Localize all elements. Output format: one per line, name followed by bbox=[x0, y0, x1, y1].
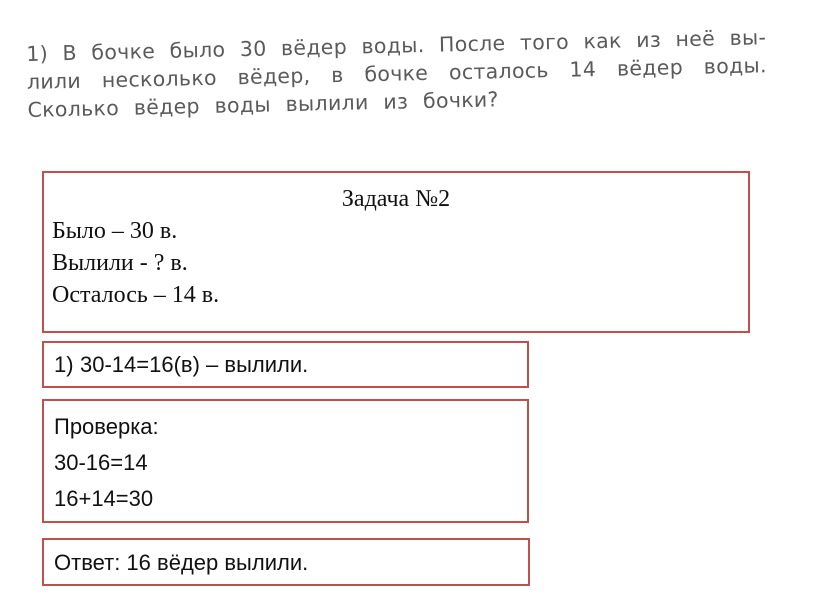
word: бочке bbox=[364, 60, 429, 87]
word: бочки? bbox=[422, 87, 499, 114]
word: вёдер bbox=[133, 94, 201, 120]
check-box: Проверка: 30-16=14 16+14=30 bbox=[42, 399, 529, 523]
answer-text: Ответ: 16 вёдер вылили. bbox=[54, 550, 309, 575]
check-subtraction: 30-16=14 bbox=[54, 450, 148, 475]
word: осталось bbox=[448, 58, 549, 85]
check-addition: 16+14=30 bbox=[54, 486, 154, 511]
word: лили bbox=[26, 68, 82, 94]
step-text: 30-14=16(в) – вылили. bbox=[80, 352, 309, 377]
word: бочке bbox=[91, 39, 156, 65]
word: 14 bbox=[569, 57, 597, 82]
task-title: Задача №2 bbox=[341, 186, 451, 212]
word: 1) bbox=[26, 41, 49, 66]
condition-line-poured: Вылили - ? в. bbox=[52, 250, 188, 276]
word: как bbox=[583, 28, 622, 54]
word: из bbox=[383, 89, 409, 114]
word: воды bbox=[214, 92, 272, 118]
word: несколько bbox=[101, 65, 218, 93]
word: вёдер bbox=[280, 34, 348, 61]
word: 30 bbox=[239, 36, 267, 62]
word: вылили bbox=[285, 90, 369, 117]
check-title: Проверка: bbox=[54, 414, 159, 439]
word: воды. bbox=[361, 32, 425, 59]
word: вёдер bbox=[616, 55, 684, 81]
word: того bbox=[519, 29, 570, 55]
word: После bbox=[438, 31, 506, 57]
word: Сколько bbox=[27, 95, 120, 122]
solution-step-box: 1) 30-14=16(в) – вылили. bbox=[42, 341, 529, 388]
answer-box: Ответ: 16 вёдер вылили. bbox=[42, 538, 530, 586]
word: воды. bbox=[703, 53, 768, 79]
word: было bbox=[169, 37, 226, 63]
word: неё bbox=[675, 26, 716, 52]
word: вы- bbox=[729, 25, 767, 51]
word: В bbox=[62, 40, 78, 66]
problem-statement: 1) В бочке было 30 вёдер воды. После тог… bbox=[26, 23, 768, 124]
condition-line-remaining: Осталось – 14 в. bbox=[52, 282, 220, 308]
task-condition-box: Задача №2 Было – 30 в. Вылили - ? в. Ост… bbox=[42, 171, 750, 333]
step-number: 1) bbox=[54, 352, 74, 377]
word: в bbox=[330, 62, 344, 88]
word: вёдер, bbox=[237, 63, 311, 90]
condition-line-initial: Было – 30 в. bbox=[52, 218, 178, 244]
word: из bbox=[635, 27, 662, 53]
